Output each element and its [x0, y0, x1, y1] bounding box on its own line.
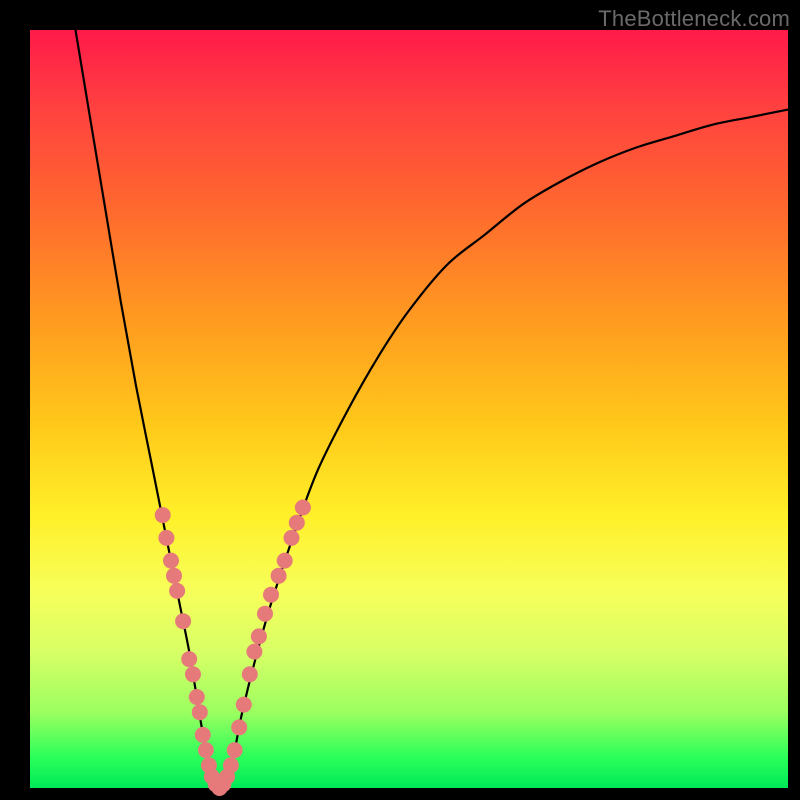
curve-svg: [30, 30, 788, 788]
data-point: [185, 666, 201, 682]
data-point: [158, 530, 174, 546]
data-point: [277, 553, 293, 569]
data-point: [175, 613, 191, 629]
data-point: [181, 651, 197, 667]
data-point: [271, 568, 287, 584]
data-point: [189, 689, 205, 705]
data-point: [223, 757, 239, 773]
data-point: [257, 606, 273, 622]
data-point: [246, 644, 262, 660]
data-point: [195, 727, 211, 743]
data-point: [251, 628, 267, 644]
plot-area: [30, 30, 788, 788]
data-point: [192, 704, 208, 720]
data-point: [166, 568, 182, 584]
data-point: [163, 553, 179, 569]
data-point: [236, 697, 252, 713]
bottleneck-curve: [76, 30, 789, 788]
chart-frame: TheBottleneck.com: [0, 0, 800, 800]
curve-markers: [155, 500, 311, 797]
data-point: [242, 666, 258, 682]
data-point: [169, 583, 185, 599]
data-point: [198, 742, 214, 758]
data-point: [155, 507, 171, 523]
data-point: [263, 587, 279, 603]
watermark-text: TheBottleneck.com: [598, 6, 790, 32]
data-point: [284, 530, 300, 546]
data-point: [295, 500, 311, 516]
data-point: [231, 719, 247, 735]
data-point: [227, 742, 243, 758]
data-point: [289, 515, 305, 531]
